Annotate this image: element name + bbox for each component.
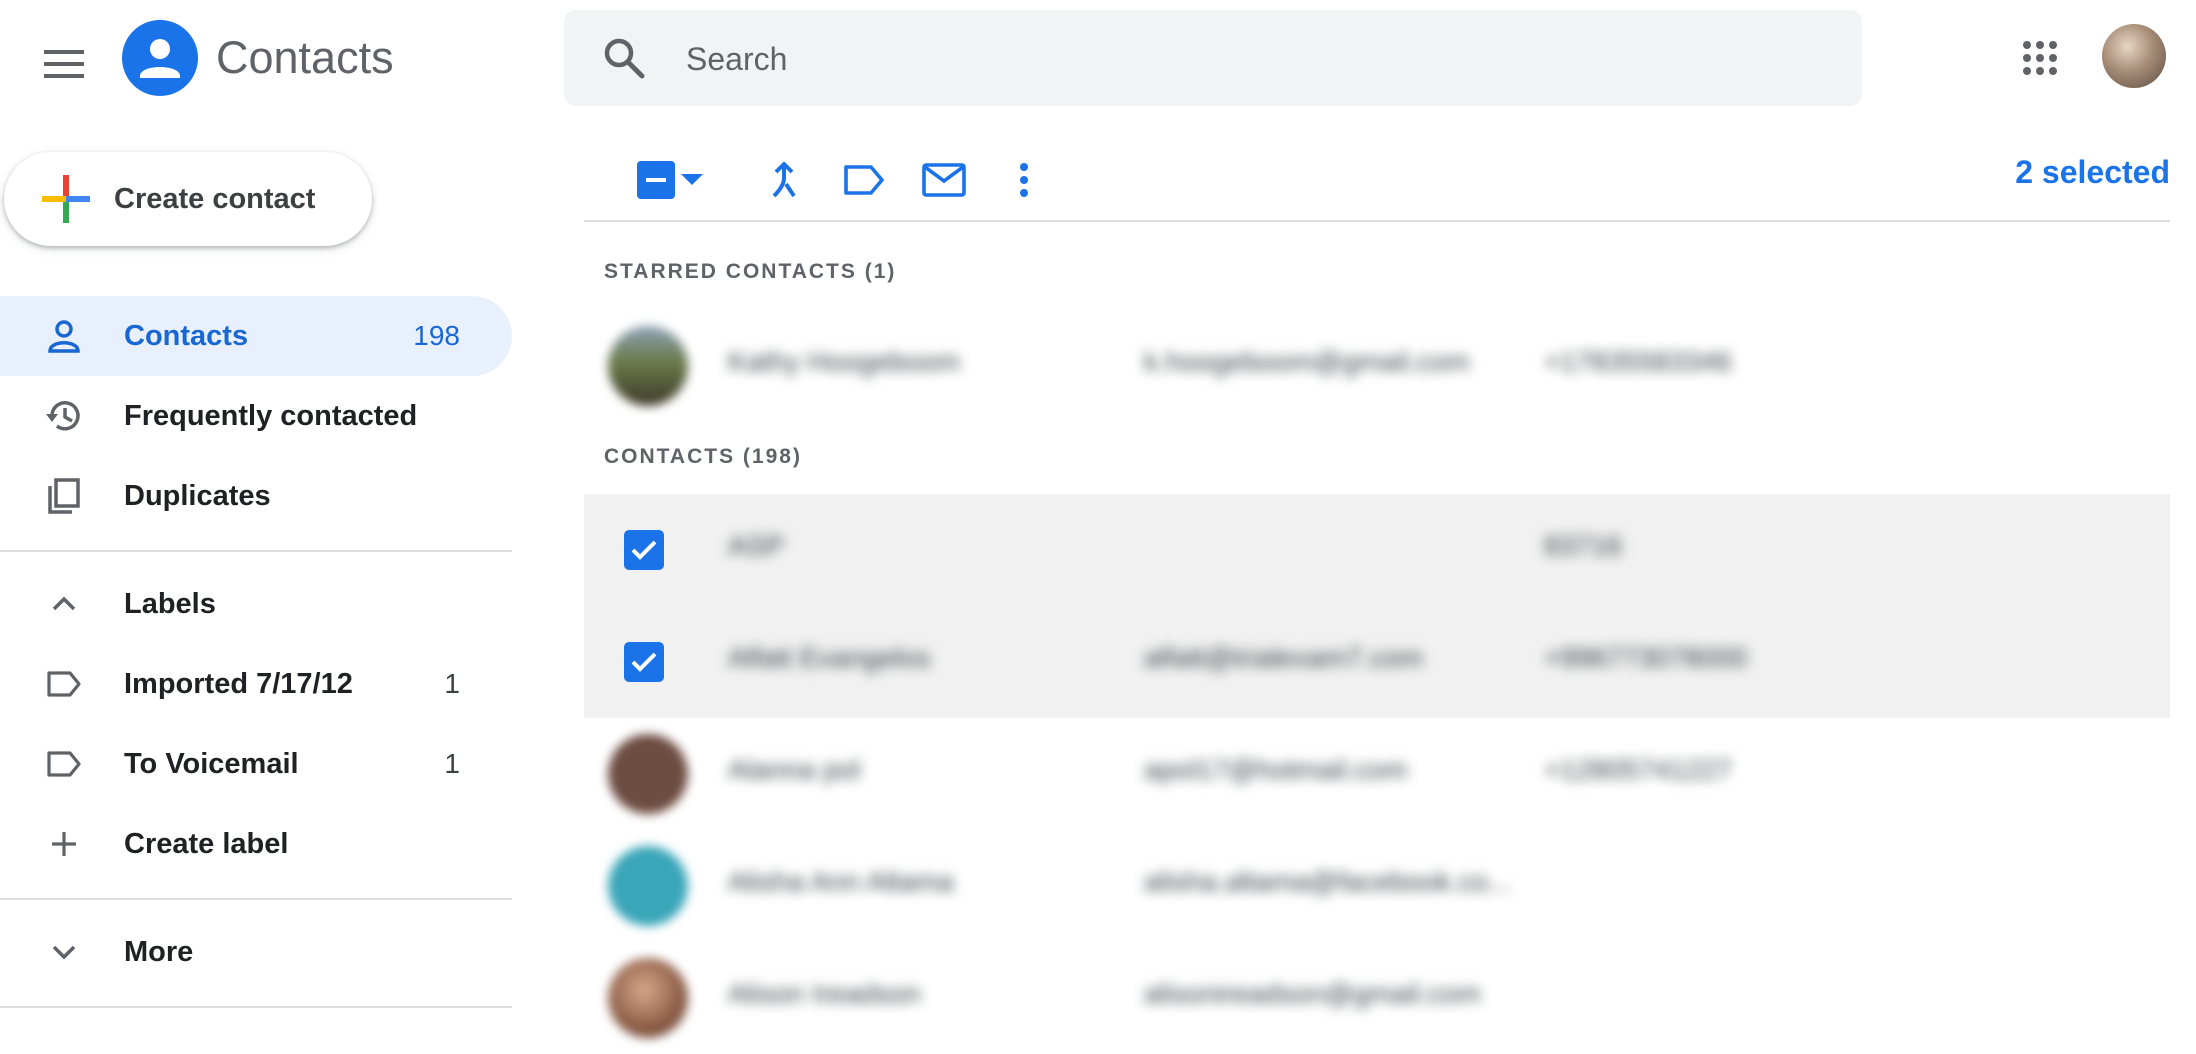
toolbar-divider xyxy=(584,220,2170,222)
send-email-button[interactable] xyxy=(912,148,976,212)
starred-contacts-header: STARRED CONTACTS (1) xyxy=(604,260,897,283)
contact-email: apol17@hotmail.com xyxy=(1144,754,1408,785)
create-label-text: Create label xyxy=(124,827,289,860)
divider xyxy=(0,1006,512,1008)
contact-phone: +17835583346 xyxy=(1544,346,1732,377)
contact-avatar xyxy=(608,958,688,1038)
label-icon xyxy=(40,660,88,708)
sidebar-item-duplicates[interactable]: Duplicates xyxy=(0,456,512,536)
contact-row[interactable]: Alfatt Evangelos alfatt@trialexam7.com +… xyxy=(584,606,2170,718)
divider xyxy=(0,898,512,900)
more-label: More xyxy=(124,935,194,968)
contact-avatar xyxy=(608,734,688,814)
caret-down-icon xyxy=(681,174,703,185)
contact-name: Alison Ireadson xyxy=(728,978,922,1009)
mail-icon xyxy=(922,163,966,197)
contact-name: Kathy Hoogeboom xyxy=(728,346,960,377)
more-vertical-icon xyxy=(1020,163,1028,197)
search-input[interactable] xyxy=(684,10,1788,108)
apps-grid-icon xyxy=(2023,41,2057,75)
merge-icon xyxy=(772,162,796,198)
contact-row[interactable]: Alison Ireadson alisonireadson@gmail.com xyxy=(584,942,2170,1054)
label-count: 1 xyxy=(444,748,460,779)
contact-avatar xyxy=(608,846,688,926)
contact-row[interactable]: Alanna pol apol17@hotmail.com +128057412… xyxy=(584,718,2170,830)
selection-toolbar: 2 selected xyxy=(584,140,2170,220)
merge-button[interactable] xyxy=(752,148,816,212)
search-icon[interactable] xyxy=(600,34,648,82)
checkmark-icon xyxy=(631,540,657,560)
create-contact-button[interactable]: Create contact xyxy=(4,152,372,246)
contact-email: alfatt@trialexam7.com xyxy=(1144,642,1423,673)
plus-multicolor-icon xyxy=(42,175,90,223)
contact-email: k.hoogeboom@gmail.com xyxy=(1144,346,1470,377)
sidebar-item-label: To Voicemail xyxy=(124,747,299,780)
sidebar-item-label-voicemail[interactable]: To Voicemail 1 xyxy=(0,724,512,804)
contact-email: alisonireadson@gmail.com xyxy=(1144,978,1481,1009)
chevron-up-icon xyxy=(40,580,88,628)
history-icon xyxy=(40,392,88,440)
sidebar-item-label: Duplicates xyxy=(124,479,271,512)
divider xyxy=(0,550,512,552)
contact-phone: 83716 xyxy=(1544,530,1622,561)
label-icon xyxy=(40,740,88,788)
more-actions-button[interactable] xyxy=(992,148,1056,212)
contact-row[interactable]: ASP 83716 xyxy=(584,494,2170,606)
sidebar-item-label-imported[interactable]: Imported 7/17/12 1 xyxy=(0,644,512,724)
selected-count: 2 selected xyxy=(2015,154,2170,190)
contact-phone: +996773078000 xyxy=(1544,642,1748,673)
labels-toggle[interactable]: Labels xyxy=(0,564,512,644)
create-label-button[interactable]: Create label xyxy=(0,804,512,884)
create-contact-label: Create contact xyxy=(114,182,316,215)
labels-header: Labels xyxy=(124,587,216,620)
contact-email: alisha.altama@facebook.co... xyxy=(1144,866,1512,897)
copy-icon xyxy=(40,472,88,520)
plus-icon xyxy=(40,820,88,868)
contact-phone: +12805741227 xyxy=(1544,754,1732,785)
sidebar-item-label: Imported 7/17/12 xyxy=(124,667,353,700)
contacts-count: 198 xyxy=(413,320,460,351)
sidebar-item-label: Frequently contacted xyxy=(124,399,418,432)
contact-name: Alisha Ann Altama xyxy=(728,866,954,897)
row-checkbox[interactable] xyxy=(624,642,664,682)
more-toggle[interactable]: More xyxy=(0,912,512,992)
row-checkbox[interactable] xyxy=(624,530,664,570)
account-avatar[interactable] xyxy=(2102,24,2166,88)
contact-avatar xyxy=(608,326,688,406)
sidebar-item-label: Contacts xyxy=(124,319,249,352)
contacts-logo-icon xyxy=(122,20,198,96)
contact-row[interactable]: Kathy Hoogeboom k.hoogeboom@gmail.com +1… xyxy=(584,310,2170,422)
sidebar-item-contacts[interactable]: Contacts 198 xyxy=(0,296,512,376)
contact-name: Alfatt Evangelos xyxy=(728,642,931,673)
checkmark-icon xyxy=(631,652,657,672)
contact-row[interactable]: Alisha Ann Altama alisha.altama@facebook… xyxy=(584,830,2170,942)
label-count: 1 xyxy=(444,668,460,699)
person-icon xyxy=(40,312,88,360)
app-title: Contacts xyxy=(216,32,394,83)
selection-dropdown-button[interactable] xyxy=(668,148,716,212)
contact-name: ASP xyxy=(728,530,785,561)
google-apps-button[interactable] xyxy=(2016,34,2064,82)
hamburger-menu-icon xyxy=(44,50,84,78)
contact-name: Alanna pol xyxy=(728,754,861,785)
main-menu-button[interactable] xyxy=(36,36,92,92)
manage-labels-button[interactable] xyxy=(832,148,896,212)
label-icon xyxy=(844,165,884,195)
chevron-down-icon xyxy=(40,928,88,976)
sidebar-item-frequently-contacted[interactable]: Frequently contacted xyxy=(0,376,512,456)
search-bar[interactable] xyxy=(564,10,1862,108)
contacts-header: CONTACTS (198) xyxy=(604,445,802,468)
